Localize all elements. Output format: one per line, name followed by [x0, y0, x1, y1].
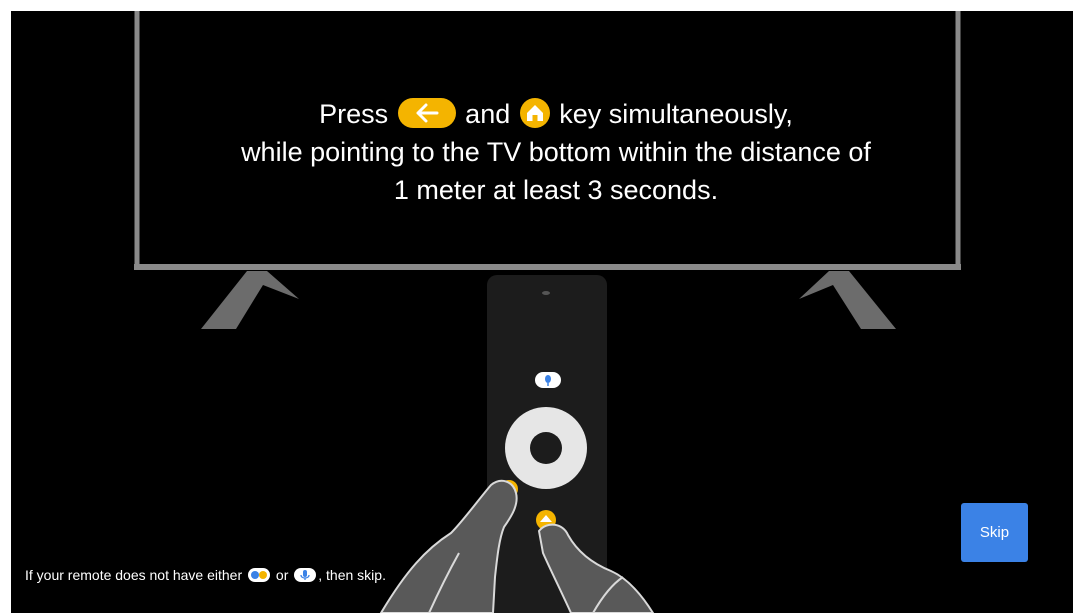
- skip-hint: If your remote does not have either or ,…: [25, 567, 386, 583]
- skip-hint-or: or: [275, 567, 289, 583]
- instruction-and-text: and: [465, 99, 511, 129]
- instruction-key-text: key simultaneously,: [559, 99, 793, 129]
- pairing-instruction: Press and key simultaneously, while poin…: [161, 95, 951, 209]
- tv-stand-left: [201, 271, 299, 329]
- skip-hint-suffix: , then skip.: [318, 567, 386, 583]
- home-icon: [519, 98, 550, 128]
- instruction-line-1: Press and key simultaneously,: [161, 95, 951, 133]
- instruction-press-text: Press: [319, 99, 389, 129]
- google-assistant-icon: [248, 568, 271, 582]
- pairing-screen: Press and key simultaneously, while poin…: [11, 11, 1073, 613]
- skip-button[interactable]: Skip: [961, 503, 1028, 562]
- skip-hint-prefix: If your remote does not have either: [25, 567, 243, 583]
- back-arrow-icon: [397, 98, 456, 128]
- microphone-icon: [294, 568, 317, 582]
- instruction-line-3: 1 meter at least 3 seconds.: [393, 175, 719, 205]
- tv-stand-right: [799, 271, 896, 329]
- instruction-line-2: while pointing to the TV bottom within t…: [241, 137, 871, 167]
